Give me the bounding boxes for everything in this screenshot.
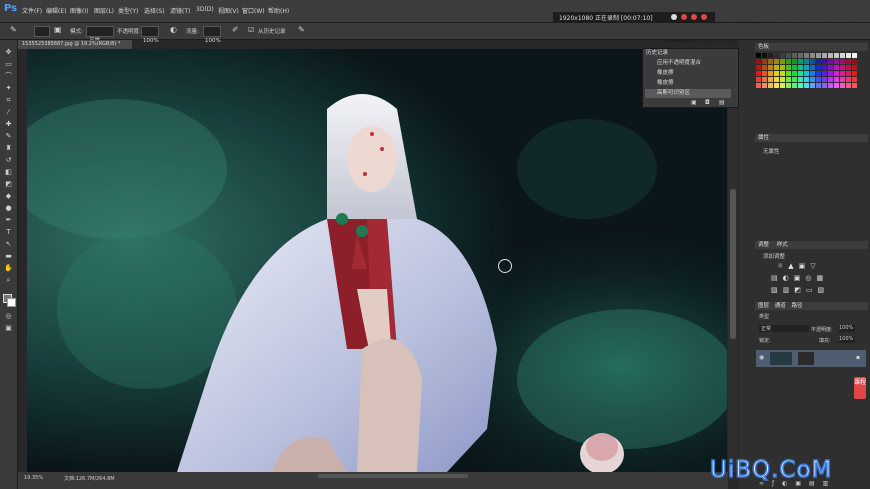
- quick-mask-icon[interactable]: ◎: [3, 312, 14, 321]
- lock-icon[interactable]: ▪: [856, 354, 860, 361]
- document-tab[interactable]: 1535525385687.jpg @ 19.2%(RGB/8) *: [18, 40, 132, 49]
- menu-image[interactable]: 图像(I): [70, 6, 88, 15]
- brush-tool-icon[interactable]: ✎: [10, 25, 17, 34]
- stamp-tool-icon[interactable]: ♜: [3, 144, 14, 153]
- visibility-eye-icon[interactable]: ◉: [759, 354, 764, 361]
- fill-label: 填充:: [819, 338, 831, 344]
- course-side-tab[interactable]: 课程: [854, 377, 866, 399]
- canvas-photo: [27, 49, 727, 472]
- pressure-icon[interactable]: ◐: [170, 25, 177, 34]
- document-title: 1535525385687.jpg @ 19.2%(RGB/8) *: [22, 41, 121, 47]
- document-size: 文档:126.7M/264.8M: [64, 476, 115, 482]
- adjustments-label: 添加调整: [763, 254, 786, 260]
- gradient-tool-icon[interactable]: ◩: [3, 180, 14, 189]
- type-tool-icon[interactable]: T: [3, 228, 14, 237]
- right-panels: 色板 属性 无属性 调整 样式 添加调整 ☼▲▣▽ ▤◐▣◎▦ ▨▥◩▭▧ 图层…: [739, 40, 870, 489]
- blur-tool-icon[interactable]: ◆: [3, 192, 14, 201]
- layer-mask-thumbnail: [798, 352, 814, 365]
- camera-icon[interactable]: ◘: [705, 99, 710, 106]
- menu-select[interactable]: 选择(S): [144, 6, 165, 15]
- history-brush-tool-icon[interactable]: ↺: [3, 156, 14, 165]
- lasso-tool-icon[interactable]: ⌒: [3, 72, 14, 81]
- history-item[interactable]: 橡皮擦: [645, 79, 731, 88]
- site-watermark: UiBQ.CoM: [709, 456, 833, 484]
- new-snapshot-icon[interactable]: ▣: [691, 99, 697, 106]
- adjustment-icons[interactable]: ▤◐▣◎▦: [771, 274, 828, 282]
- layer-thumbnail: [770, 352, 792, 365]
- layer-row[interactable]: ◉ ▪: [756, 350, 866, 367]
- menu-layer[interactable]: 图层(L): [94, 6, 114, 15]
- menu-edit[interactable]: 编辑(E): [46, 6, 66, 15]
- menu-window[interactable]: 窗口(W): [242, 6, 265, 15]
- opacity-field[interactable]: 100%: [141, 26, 159, 44]
- brush-size-picker[interactable]: [34, 26, 50, 37]
- blend-mode-select[interactable]: 正常: [759, 325, 809, 332]
- mode-label: 模式:: [70, 29, 83, 35]
- swatch-grid[interactable]: [756, 53, 860, 91]
- opacity-label: 不透明度:: [117, 29, 141, 35]
- menu-3d[interactable]: 3D(D): [196, 6, 214, 13]
- pen-pressure-icon[interactable]: ✎: [298, 25, 305, 34]
- lock-label: 锁定:: [759, 338, 771, 344]
- app-logo: Ps: [4, 3, 18, 14]
- menu-filter[interactable]: 滤镜(T): [170, 6, 190, 15]
- shape-tool-icon[interactable]: ▬: [3, 252, 14, 261]
- pen-tool-icon[interactable]: ✒: [3, 216, 14, 225]
- layer-opacity-value[interactable]: 100%: [839, 325, 855, 332]
- menu-help[interactable]: 帮助(H): [268, 6, 289, 15]
- airbrush-icon[interactable]: ✐: [232, 25, 239, 34]
- folder-icon[interactable]: ▣: [54, 25, 62, 34]
- quick-select-tool-icon[interactable]: ✦: [3, 84, 14, 93]
- options-bar: ✎ ▣ 模式: 正常 不透明度: 100% ◐ 流量: 100% ✐ ☑ 从历史…: [0, 23, 870, 44]
- flow-field[interactable]: 100%: [203, 26, 221, 44]
- screen-mode-icon[interactable]: ▣: [3, 324, 14, 333]
- background-color-swatch[interactable]: [7, 298, 16, 307]
- history-item-selected[interactable]: 高斯可识别区: [645, 89, 731, 98]
- history-panel-title[interactable]: 历史记录: [643, 49, 738, 57]
- mode-select[interactable]: 正常: [86, 26, 114, 44]
- recorder-status: 1920x1080 正在录制 [00:07:10]: [559, 15, 653, 22]
- healing-tool-icon[interactable]: ✚: [3, 120, 14, 129]
- adjustment-icons[interactable]: ▨▥◩▭▧: [771, 286, 829, 294]
- brush-cursor: [498, 259, 512, 273]
- canvas[interactable]: [27, 49, 727, 472]
- menu-file[interactable]: 文件(F): [22, 6, 42, 15]
- history-item[interactable]: 橡皮擦: [645, 69, 731, 78]
- zoom-level[interactable]: 19.35%: [24, 475, 43, 481]
- history-label: 从历史记录: [258, 29, 286, 35]
- status-bar: 19.35% 文档:126.7M/264.8M: [18, 472, 728, 489]
- path-select-tool-icon[interactable]: ↖: [3, 240, 14, 249]
- layers-tabs: 图层 通道 路径: [755, 302, 868, 310]
- history-checkbox[interactable]: ☑: [248, 26, 254, 34]
- brush-tool-icon[interactable]: ✎: [3, 132, 14, 141]
- properties-tab[interactable]: 属性: [755, 134, 868, 142]
- flow-label: 流量:: [186, 29, 199, 35]
- marquee-tool-icon[interactable]: ▭: [3, 60, 14, 69]
- crop-tool-icon[interactable]: ⌗: [3, 96, 14, 105]
- move-tool-icon[interactable]: ✥: [3, 48, 14, 57]
- layer-opacity-label: 不透明度:: [811, 327, 833, 333]
- menu-view[interactable]: 视图(V): [218, 6, 239, 15]
- history-item[interactable]: 应用不透明度混合: [645, 59, 731, 68]
- menu-type[interactable]: 类型(Y): [118, 6, 138, 15]
- layer-kind-filter[interactable]: 类型: [759, 313, 769, 320]
- adjustments-tabs: 调整 样式: [755, 241, 868, 249]
- vertical-scrollbar[interactable]: [728, 49, 738, 472]
- fill-value[interactable]: 100%: [839, 336, 855, 343]
- eyedropper-tool-icon[interactable]: ⁄: [3, 108, 14, 117]
- hand-tool-icon[interactable]: ✋: [3, 264, 14, 273]
- swatches-tab[interactable]: 色板: [755, 43, 868, 51]
- zoom-tool-icon[interactable]: ⌕: [3, 276, 14, 285]
- properties-text: 无属性: [763, 149, 780, 155]
- dodge-tool-icon[interactable]: ●: [3, 204, 14, 213]
- horizontal-scroll-thumb[interactable]: [318, 474, 468, 478]
- eraser-tool-icon[interactable]: ◧: [3, 168, 14, 177]
- history-panel: 历史记录 应用不透明度混合 橡皮擦 橡皮擦 高斯可识别区 ▣ ◘ ▤: [642, 48, 739, 108]
- adjustment-icons[interactable]: ☼▲▣▽: [777, 262, 821, 270]
- tools-panel: ✥ ▭ ⌒ ✦ ⌗ ⁄ ✚ ✎ ♜ ↺ ◧ ◩ ◆ ● ✒ T ↖ ▬ ✋ ⌕ …: [0, 40, 18, 489]
- scroll-thumb[interactable]: [730, 189, 736, 339]
- trash-icon[interactable]: ▤: [719, 99, 725, 106]
